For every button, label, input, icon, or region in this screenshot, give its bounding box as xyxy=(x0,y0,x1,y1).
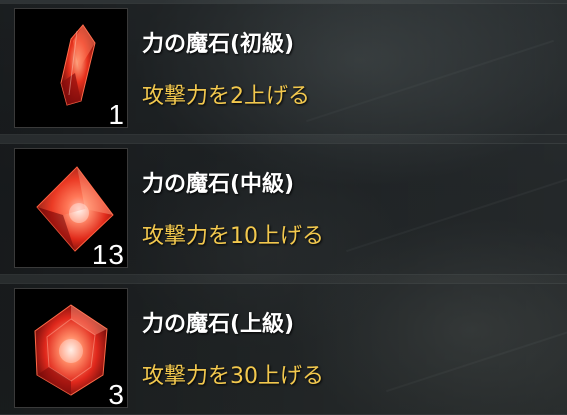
item-row-power-stone-beginner[interactable]: 1 力の魔石(初級) 攻撃力を2上げる xyxy=(0,3,567,135)
item-count: 13 xyxy=(91,239,125,268)
item-count: 1 xyxy=(108,99,125,128)
item-name: 力の魔石(中級) xyxy=(142,172,295,197)
item-icon-frame: 13 xyxy=(14,148,128,268)
item-row-power-stone-intermediate[interactable]: 13 力の魔石(中級) 攻撃力を10上げる xyxy=(0,143,567,275)
item-name: 力の魔石(初級) xyxy=(142,32,295,57)
item-count: 3 xyxy=(108,379,125,408)
item-name: 力の魔石(上級) xyxy=(142,312,295,337)
item-icon-frame: 1 xyxy=(14,8,128,128)
item-description: 攻撃力を2上げる xyxy=(142,84,310,109)
item-row-power-stone-advanced[interactable]: 3 力の魔石(上級) 攻撃力を30上げる xyxy=(0,283,567,415)
item-description: 攻撃力を10上げる xyxy=(142,224,324,249)
item-description: 攻撃力を30上げる xyxy=(142,364,324,389)
item-icon-frame: 3 xyxy=(14,288,128,408)
